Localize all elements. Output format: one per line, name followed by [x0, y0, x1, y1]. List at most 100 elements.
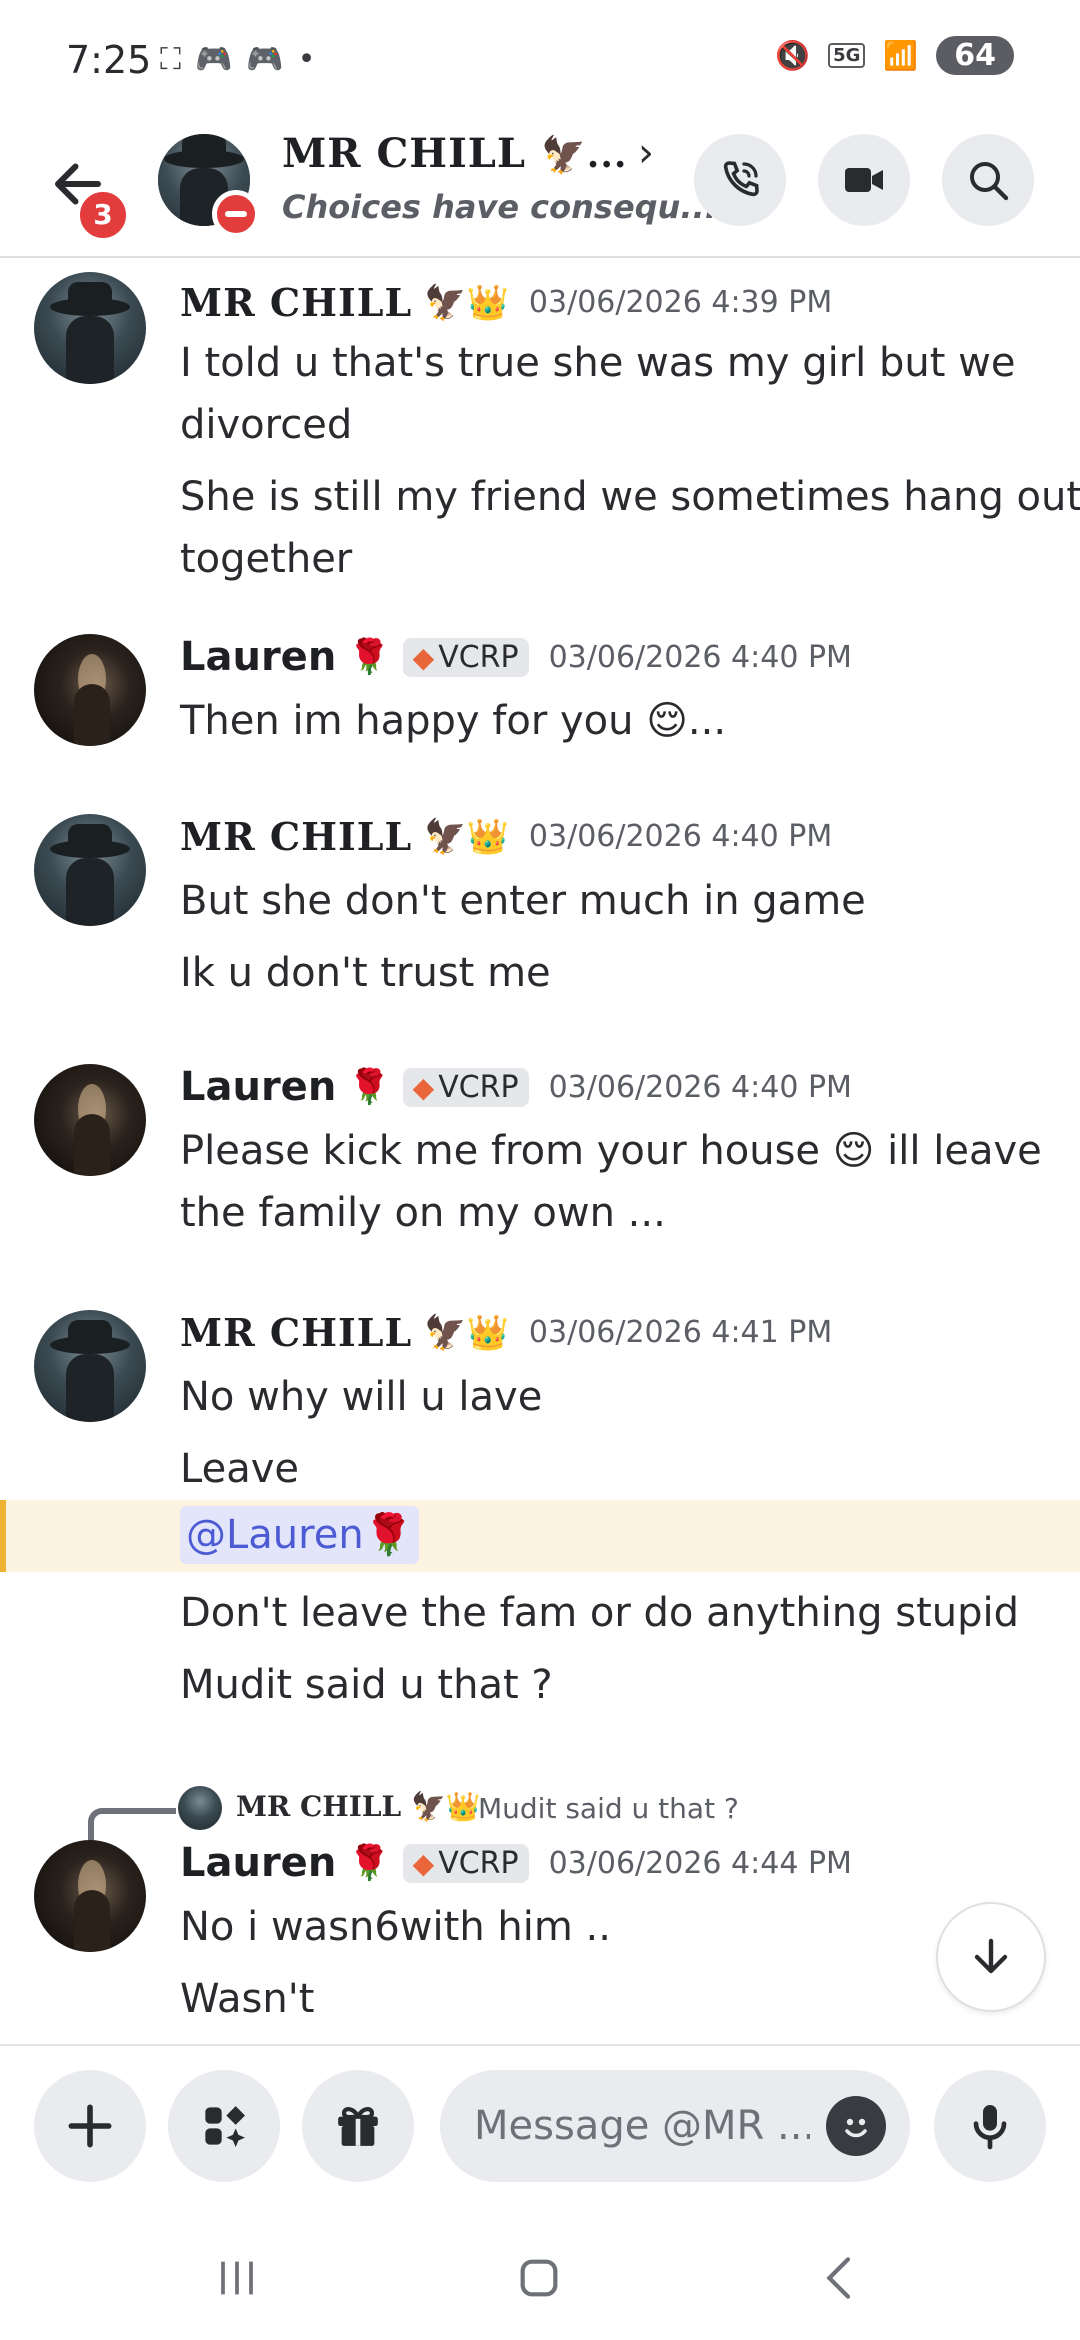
battery-level: 64	[936, 36, 1014, 75]
dot-icon: •	[297, 42, 316, 77]
emoji-button[interactable]	[826, 2096, 886, 2156]
message-text[interactable]: Wasn't	[180, 1968, 314, 2030]
status-bar: 7:25 ⛶ 🎮 🎮 • 🔇 5G 📶 64	[0, 0, 1080, 120]
avatar[interactable]	[34, 1310, 146, 1422]
timestamp: 03/06/2026 4:40 PM	[548, 639, 852, 675]
message-text[interactable]: No i wasn6with him ..	[180, 1896, 611, 1958]
user-mention[interactable]: @Lauren🌹	[180, 1506, 420, 1564]
username-emoji: 🌹	[348, 1843, 391, 1883]
username-emoji: 🌹	[348, 637, 391, 677]
video-icon	[845, 168, 883, 192]
system-back-button[interactable]	[796, 2248, 886, 2308]
status-left-icons: ⛶ 🎮 🎮 •	[160, 42, 315, 77]
header-status: Choices have consequ...	[282, 188, 717, 226]
recents-icon	[221, 2261, 253, 2295]
plus-icon	[68, 2104, 112, 2148]
search-button[interactable]	[942, 134, 1034, 226]
gem-icon: ◆	[412, 1846, 435, 1880]
timestamp: 03/06/2026 4:39 PM	[528, 285, 833, 320]
smile-icon	[845, 2118, 867, 2138]
dnd-status-icon	[212, 190, 260, 238]
reply-author-emoji: 🦅👑	[410, 1790, 481, 1823]
header-title[interactable]: MR CHILL 🦅...	[282, 130, 627, 177]
timestamp: 03/06/2026 4:44 PM	[548, 1845, 852, 1881]
notification-badge: 3	[76, 188, 130, 242]
chevron-right-icon[interactable]: ›	[638, 130, 654, 176]
apps-icon	[205, 2106, 245, 2147]
apps-button[interactable]	[168, 2070, 280, 2182]
home-icon	[520, 2259, 558, 2297]
jump-to-bottom-button[interactable]	[936, 1902, 1046, 2012]
avatar[interactable]	[34, 814, 146, 926]
network-label: 5G	[828, 43, 866, 68]
message-text[interactable]: Don't leave the fam or do anything stupi…	[180, 1582, 1019, 1644]
username-emoji: 🌹	[348, 1067, 391, 1107]
home-button[interactable]	[494, 2248, 584, 2308]
message-text[interactable]: She is still my friend we sometimes hang…	[180, 466, 1080, 528]
mention-highlight: @Lauren🌹	[0, 1500, 1080, 1572]
message-text[interactable]: the family on my own ...	[180, 1182, 666, 1244]
system-nav-bar	[0, 2214, 1080, 2340]
message-list[interactable]: MR CHILL 🦅👑 03/06/2026 4:39 PM I told u …	[0, 258, 1080, 2040]
server-tag[interactable]: ◆ VCRP	[402, 1067, 529, 1107]
video-call-button[interactable]	[818, 134, 910, 226]
gem-icon: ◆	[412, 1070, 435, 1104]
username[interactable]: MR CHILL	[180, 280, 412, 325]
status-right-icons: 🔇 5G 📶 64	[775, 36, 1014, 75]
discord-icon: 🎮	[246, 42, 284, 77]
message-text[interactable]: divorced	[180, 394, 352, 456]
message-text[interactable]: But she don't enter much in game	[180, 870, 866, 932]
message-header: MR CHILL 🦅👑 03/06/2026 4:40 PM	[180, 814, 832, 859]
message-text[interactable]: Ik u don't trust me	[180, 942, 551, 1004]
message-header: Lauren 🌹 ◆ VCRP 03/06/2026 4:40 PM	[180, 1064, 852, 1110]
screenshot-icon: ⛶	[160, 42, 181, 77]
chat-header: 3 MR CHILL 🦅... › Choices have consequ..…	[0, 120, 1080, 258]
mention-bar	[0, 1500, 6, 1572]
avatar[interactable]	[34, 634, 146, 746]
message-header: Lauren 🌹 ◆ VCRP 03/06/2026 4:44 PM	[180, 1840, 852, 1886]
username-emoji: 🦅👑	[424, 1312, 509, 1353]
username[interactable]: Lauren	[180, 1064, 336, 1110]
message-text[interactable]: No why will u lave	[180, 1366, 542, 1428]
arrow-down-icon	[974, 1938, 1008, 1974]
discord-icon: 🎮	[195, 42, 233, 77]
gem-icon: ◆	[412, 640, 435, 674]
username[interactable]: Lauren	[180, 1840, 336, 1886]
header-name-emoji: 🦅...	[540, 134, 628, 176]
message-text[interactable]: Leave	[180, 1438, 299, 1500]
avatar[interactable]	[34, 1064, 146, 1176]
avatar[interactable]	[34, 272, 146, 384]
message-text[interactable]: Then im happy for you 😌...	[180, 690, 726, 752]
mute-icon: 🔇	[775, 39, 811, 72]
message-header: Lauren 🌹 ◆ VCRP 03/06/2026 4:40 PM	[180, 634, 852, 680]
reply-preview[interactable]: Mudit said u that ?	[478, 1792, 739, 1825]
gift-button[interactable]	[302, 2070, 414, 2182]
message-header: MR CHILL 🦅👑 03/06/2026 4:39 PM	[180, 280, 832, 325]
server-tag[interactable]: ◆ VCRP	[402, 637, 529, 677]
message-text[interactable]: Please kick me from your house 😌 ill lea…	[180, 1120, 1042, 1182]
timestamp: 03/06/2026 4:40 PM	[548, 1069, 852, 1105]
message-text[interactable]: Mudit said u that ?	[180, 1654, 553, 1716]
message-text[interactable]: together	[180, 528, 352, 590]
message-composer	[0, 2044, 1080, 2216]
chevron-left-icon	[826, 2257, 851, 2299]
microphone-icon	[973, 2105, 1007, 2150]
message-text[interactable]: I told u that's true she was my girl but…	[180, 332, 1015, 394]
server-tag[interactable]: ◆ VCRP	[402, 1843, 529, 1883]
timestamp: 03/06/2026 4:40 PM	[528, 819, 833, 854]
username[interactable]: Lauren	[180, 634, 336, 680]
username[interactable]: MR CHILL	[180, 814, 412, 859]
timestamp: 03/06/2026 4:41 PM	[528, 1315, 833, 1350]
status-time: 7:25	[66, 38, 152, 82]
reply-avatar	[178, 1786, 222, 1830]
attach-button[interactable]	[34, 2070, 146, 2182]
voice-call-button[interactable]	[694, 134, 786, 226]
avatar[interactable]	[34, 1840, 146, 1952]
gift-icon	[338, 2107, 378, 2146]
voice-message-button[interactable]	[934, 2070, 1046, 2182]
username-emoji: 🦅👑	[424, 282, 509, 323]
reply-author[interactable]: MR CHILL 🦅👑	[236, 1790, 481, 1823]
signal-icon: 📶	[883, 39, 919, 72]
username[interactable]: MR CHILL	[180, 1310, 412, 1355]
recents-button[interactable]	[192, 2248, 282, 2308]
